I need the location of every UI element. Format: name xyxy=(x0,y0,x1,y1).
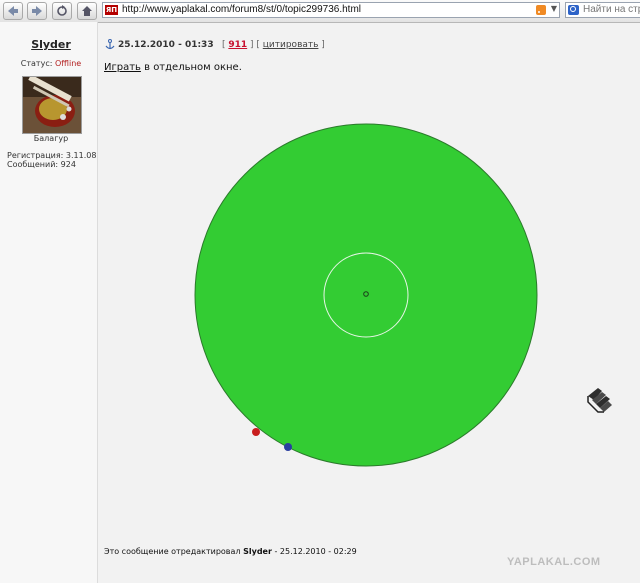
blue-player-ball[interactable] xyxy=(284,443,292,451)
edited-note: Это сообщение отредактировал Slyder - 25… xyxy=(104,547,357,556)
game-disc[interactable] xyxy=(194,123,538,467)
red-player-ball[interactable] xyxy=(252,428,260,436)
edited-user: Slyder xyxy=(243,547,272,556)
watermark: YAPLAKAL.COM xyxy=(507,556,601,568)
edited-prefix: Это сообщение отредактировал xyxy=(104,547,244,556)
game-canvas[interactable] xyxy=(0,0,640,583)
spinning-hand-icon[interactable] xyxy=(587,388,612,413)
edited-suffix: - 25.12.2010 - 02:29 xyxy=(271,547,357,556)
